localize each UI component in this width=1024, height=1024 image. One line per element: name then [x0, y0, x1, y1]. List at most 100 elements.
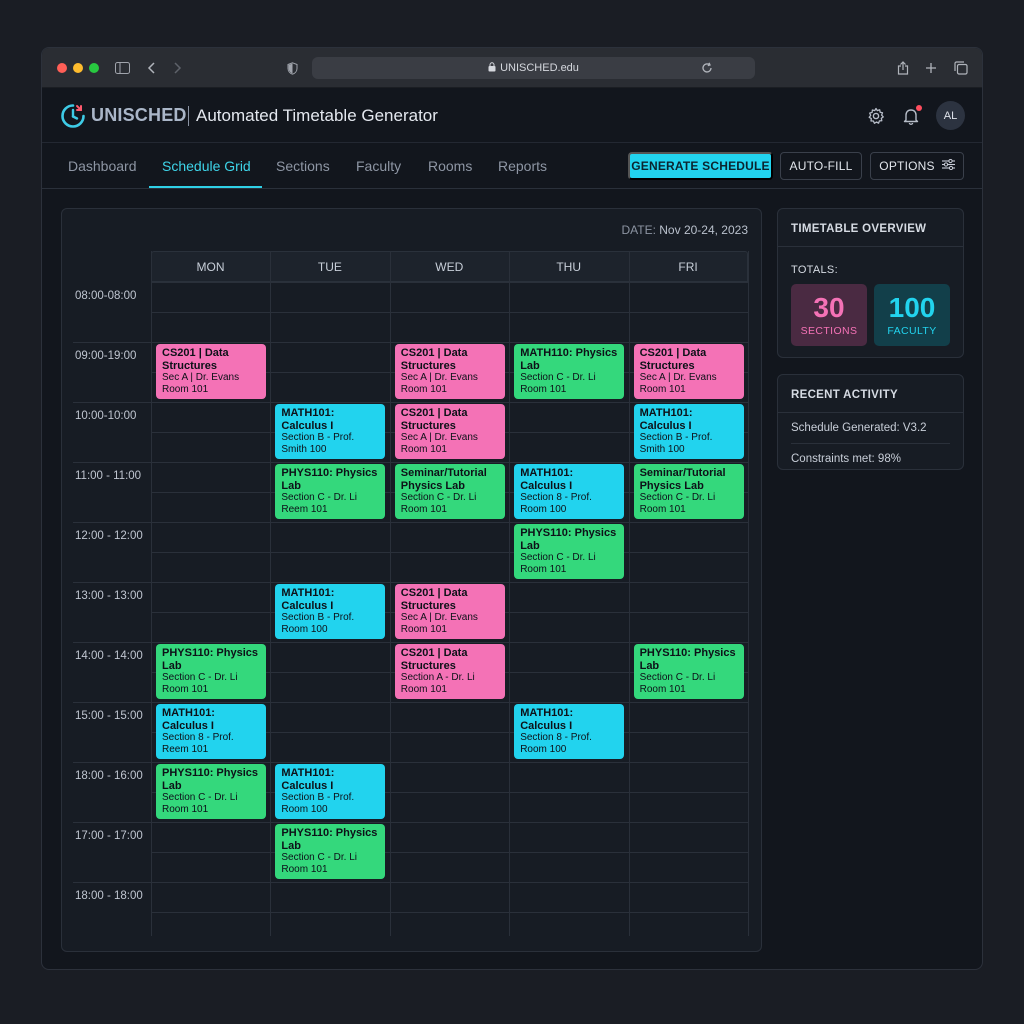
maximize-window-button[interactable]	[89, 62, 99, 73]
event-title: MATH101: Calculus I	[162, 707, 215, 732]
time-label: 18:00 - 16:00	[75, 770, 143, 782]
event-section: Section 8 - Prof.	[162, 732, 234, 743]
time-label: 11:00 - 11:00	[75, 470, 142, 482]
grid-row-divider	[73, 702, 748, 703]
new-tab-icon[interactable]	[921, 58, 941, 78]
overview-title: TIMETABLE OVERVIEW	[778, 209, 963, 247]
tab-dashboard[interactable]: Dashboard	[68, 158, 137, 174]
faculty-stat[interactable]: 100 FACULTY	[874, 284, 950, 346]
event-title: CS201 | Data Structures	[400, 407, 468, 432]
sections-label: SECTIONS	[800, 325, 858, 337]
app-header: UNISCHED Automated Timetable Generator A…	[42, 88, 982, 143]
schedule-event[interactable]: MATH101: Calculus I Section B - Prof. Room…	[275, 584, 386, 639]
day-header-mon: MON	[196, 260, 225, 274]
event-title: PHYS110: Physics Lab	[520, 527, 617, 552]
grid-column-divider	[748, 251, 749, 936]
schedule-event[interactable]: PHYS110: Physics Lab Section C - Dr. Li Ro…	[156, 644, 266, 699]
active-tab-indicator	[149, 186, 262, 188]
user-avatar[interactable]: AL	[936, 101, 965, 130]
schedule-panel: DATE: Nov 20-24, 2023 MON TUE WED THU FRI 08:…	[61, 208, 762, 952]
notification-bell-icon[interactable]	[900, 105, 922, 127]
event-section: Sec A | Dr. Evans	[400, 432, 478, 443]
event-title: MATH101: Calculus I	[639, 407, 693, 432]
schedule-event[interactable]: MATH101: Calculus I Section B - Prof. Smit…	[633, 404, 744, 459]
sidebar-toggle-icon[interactable]	[112, 58, 132, 78]
reload-icon[interactable]	[697, 58, 717, 78]
grid-row-divider	[73, 762, 748, 763]
address-bar[interactable]: UNISCHED.edu	[312, 57, 755, 79]
schedule-event[interactable]: CS201 | Data Structures Section A - Dr. L…	[394, 644, 505, 699]
event-room: Room 101	[281, 864, 328, 875]
event-section: Section B - Prof.	[281, 432, 355, 443]
schedule-event[interactable]: Seminar/Tutorial Physics Lab Section C - …	[633, 464, 744, 519]
event-section: Section B - Prof.	[281, 612, 355, 623]
forward-icon[interactable]	[167, 58, 187, 78]
tab-faculty[interactable]: Faculty	[356, 158, 401, 174]
minimize-window-button[interactable]	[73, 62, 83, 73]
schedule-event[interactable]: CS201 | Data Structures Sec A | Dr. Evans…	[633, 344, 744, 399]
grid-row-divider	[73, 462, 748, 463]
event-room: Room 101	[639, 504, 686, 515]
event-room: Room 101	[162, 804, 209, 815]
schedule-event[interactable]: PHYS110: Physics Lab Section C - Dr. Li Re…	[275, 464, 386, 519]
schedule-event[interactable]: MATH110: Physics Lab Section C - Dr. Li Ro…	[514, 344, 625, 399]
schedule-event[interactable]: MATH101: Calculus I Section 8 - Prof. Room…	[514, 704, 625, 759]
tab-schedule-grid[interactable]: Schedule Grid	[162, 158, 251, 174]
totals-label: TOTALS:	[791, 264, 838, 276]
grid-column-divider	[628, 251, 630, 936]
schedule-event[interactable]: PHYS110: Physics Lab Section C - Dr. Li Ro…	[514, 524, 625, 579]
tab-sections[interactable]: Sections	[276, 158, 330, 174]
schedule-event[interactable]: PHYS110: Physics Lab Section C - Dr. Li Ro…	[633, 644, 744, 699]
options-label: OPTIONS	[879, 159, 935, 173]
time-label: 12:00 - 12:00	[75, 530, 143, 542]
schedule-event[interactable]: MATH101: Calculus I Section 8 - Prof. Reem…	[156, 704, 266, 759]
event-title: PHYS110: Physics Lab	[639, 647, 736, 672]
event-section: Section C - Dr. Li	[520, 372, 596, 383]
schedule-event[interactable]: Seminar/Tutorial Physics Lab Section C - …	[394, 464, 505, 519]
settings-icon[interactable]	[865, 105, 887, 127]
grid-row-divider	[73, 582, 748, 583]
generate-schedule-button[interactable]: GENERATE SCHEDULE	[628, 152, 773, 180]
time-label: 14:00 - 14:00	[75, 650, 143, 662]
grid-row-divider	[151, 282, 748, 283]
grid-half-hour-divider	[151, 852, 748, 853]
event-title: PHYS110: Physics Lab	[162, 647, 259, 672]
sections-stat[interactable]: 30 SECTIONS	[791, 284, 867, 346]
brand-divider	[188, 106, 189, 126]
schedule-event[interactable]: PHYS110: Physics Lab Section C - Dr. Li Ro…	[275, 824, 386, 879]
schedule-event[interactable]: PHYS110: Physics Lab Section C - Dr. Li Ro…	[156, 764, 266, 819]
schedule-event[interactable]: CS201 | Data Structures Sec A | Dr. Evans…	[394, 404, 505, 459]
time-label: 09:00-19:00	[75, 350, 137, 362]
options-button[interactable]: OPTIONS	[870, 152, 964, 180]
grid-column-divider	[389, 251, 391, 936]
auto-fill-button[interactable]: AUTO-FILL	[780, 152, 862, 180]
tab-rooms[interactable]: Rooms	[428, 158, 472, 174]
tab-reports[interactable]: Reports	[498, 158, 547, 174]
schedule-event[interactable]: CS201 | Data Structures Sec A | Dr. Evans…	[394, 584, 505, 639]
event-room: Room 100	[520, 744, 567, 755]
schedule-event[interactable]: CS201 | Data Structures Sec A | Dr. Evans…	[156, 344, 266, 399]
event-room: Room 100	[281, 804, 328, 815]
back-icon[interactable]	[142, 58, 162, 78]
event-title: CS201 | Data Structures	[400, 587, 468, 612]
event-room: Room 101	[520, 564, 567, 575]
time-label: 10:00-10:00	[75, 410, 137, 422]
schedule-event[interactable]: MATH101: Calculus I Section B - Prof. Room…	[275, 764, 386, 819]
close-window-button[interactable]	[57, 62, 67, 73]
time-label: 13:00 - 13:00	[75, 590, 143, 602]
grid-column-divider	[151, 251, 152, 936]
tab-overview-icon[interactable]	[951, 58, 971, 78]
grid-half-hour-divider	[151, 552, 748, 553]
event-room: Room 101	[400, 684, 447, 695]
event-title: MATH101: Calculus I	[281, 587, 335, 612]
shield-icon[interactable]	[282, 58, 302, 78]
event-section: Section C - Dr. Li	[281, 852, 357, 863]
time-label: 18:00 - 18:00	[75, 890, 143, 902]
schedule-event[interactable]: MATH101: Calculus I Section 8 - Prof. Room…	[514, 464, 625, 519]
event-room: Room 101	[162, 684, 209, 695]
schedule-event[interactable]: MATH101: Calculus I Section B - Prof. Smit…	[275, 404, 386, 459]
event-section: Section C - Dr. Li	[639, 672, 716, 683]
activity-title: RECENT ACTIVITY	[778, 375, 963, 413]
schedule-event[interactable]: CS201 | Data Structures Sec A | Dr. Evans…	[394, 344, 505, 399]
share-icon[interactable]	[893, 58, 913, 78]
